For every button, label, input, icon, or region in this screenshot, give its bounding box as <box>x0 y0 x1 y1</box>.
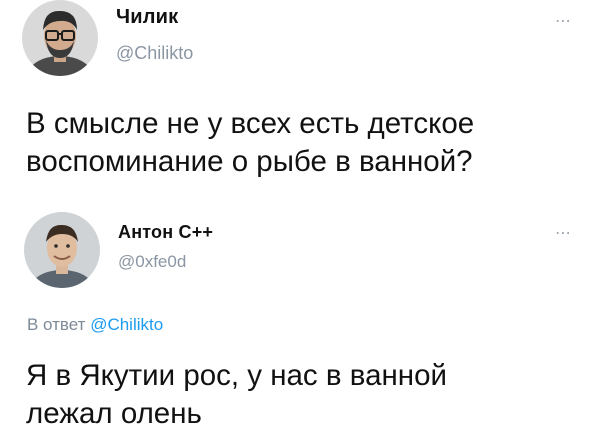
tweet-text-line: воспоминание о рыбе в ванной? <box>26 145 473 178</box>
reply-prefix: В ответ <box>27 315 86 334</box>
more-options-icon[interactable]: ⋯ <box>555 226 572 242</box>
tweet-text-line: Я в Якутии рос, у нас в ванной <box>26 359 447 392</box>
main-tweet: Чилик @Chilikto ⋯ В смысле не у всех ест… <box>0 0 600 200</box>
author-avatar[interactable] <box>22 0 98 76</box>
author-handle[interactable]: @Chilikto <box>116 43 193 64</box>
reply-context: В ответ @Chilikto <box>27 315 163 335</box>
author-display-name[interactable]: Антон С++ <box>118 222 213 243</box>
reply-tweet: Антон С++ @0xfe0d ⋯ В ответ @Chilikto Я … <box>0 200 600 439</box>
author-handle[interactable]: @0xfe0d <box>118 252 186 272</box>
user-avatar-icon <box>24 212 100 288</box>
author-avatar[interactable] <box>24 212 100 288</box>
tweet-text-line: В смысле не у всех есть детское <box>26 107 475 140</box>
more-options-icon[interactable]: ⋯ <box>555 14 572 30</box>
user-avatar-icon <box>22 0 98 76</box>
author-display-name[interactable]: Чилик <box>116 6 178 29</box>
reply-mention-link[interactable]: @Chilikto <box>90 315 163 334</box>
tweet-text-line: лежал олень <box>26 397 202 430</box>
